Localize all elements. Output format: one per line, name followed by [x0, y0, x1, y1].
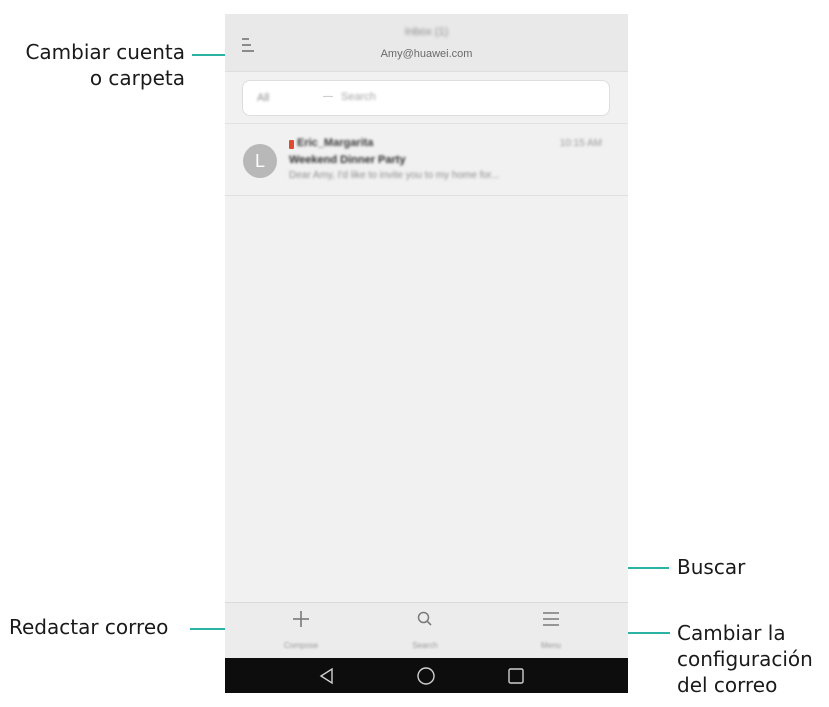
search-button[interactable]: Search — [385, 603, 465, 659]
compose-button[interactable]: Compose — [261, 603, 341, 659]
search-input[interactable]: All — Search — [242, 80, 610, 116]
callout-account-folder-line1: Cambiar cuenta — [25, 40, 185, 64]
app-header: Inbox (1) Amy@huawei.com — [225, 14, 628, 72]
magnifier-icon — [385, 609, 465, 634]
callout-settings-line3: del correo — [677, 673, 778, 697]
mail-preview: Dear Amy, I'd like to invite you to my h… — [289, 170, 500, 181]
avatar: L — [243, 144, 277, 178]
chevron-down-icon[interactable]: — — [323, 91, 333, 102]
callout-settings-line1: Cambiar la — [677, 621, 786, 645]
search-placeholder: Search — [341, 91, 376, 103]
callout-search: Buscar — [677, 554, 745, 580]
header-title[interactable]: Inbox (1) — [225, 26, 628, 38]
callout-account-folder: Cambiar cuenta o carpeta — [9, 39, 185, 91]
callout-compose-text: Redactar correo — [9, 615, 169, 639]
callout-compose: Redactar correo — [9, 614, 168, 640]
callout-settings-line2: configuración — [677, 647, 813, 671]
mail-time: 10:15 AM — [559, 138, 602, 149]
plus-icon — [261, 609, 341, 634]
mail-sender: Eric_Margarita — [297, 137, 374, 149]
search-filter-select[interactable]: All — [257, 92, 269, 104]
triangle-back-icon[interactable] — [317, 666, 337, 686]
circle-home-icon[interactable] — [416, 666, 436, 686]
callout-search-text: Buscar — [677, 555, 746, 579]
hamburger-icon — [511, 609, 591, 634]
menu-button[interactable]: Menu — [511, 603, 591, 659]
search-label: Search — [412, 641, 438, 650]
bottom-action-bar: Compose Search Menu — [225, 602, 628, 658]
mail-list-item[interactable]: L Eric_Margarita 10:15 AM Weekend Dinner… — [225, 124, 628, 196]
flag-icon — [289, 140, 294, 149]
square-recent-icon[interactable] — [506, 666, 526, 686]
compose-label: Compose — [283, 641, 319, 650]
header-account-email: Amy@huawei.com — [380, 48, 473, 60]
callout-settings: Cambiar la configuración del correo — [677, 620, 813, 698]
callout-account-folder-line2: o carpeta — [89, 66, 185, 90]
phone-screen: Inbox (1) Amy@huawei.com All — Search L … — [225, 14, 628, 693]
mail-subject: Weekend Dinner Party — [289, 154, 406, 166]
system-navigation-bar — [225, 658, 628, 693]
search-bar: All — Search — [225, 72, 628, 124]
menu-label: Menu — [540, 641, 561, 650]
